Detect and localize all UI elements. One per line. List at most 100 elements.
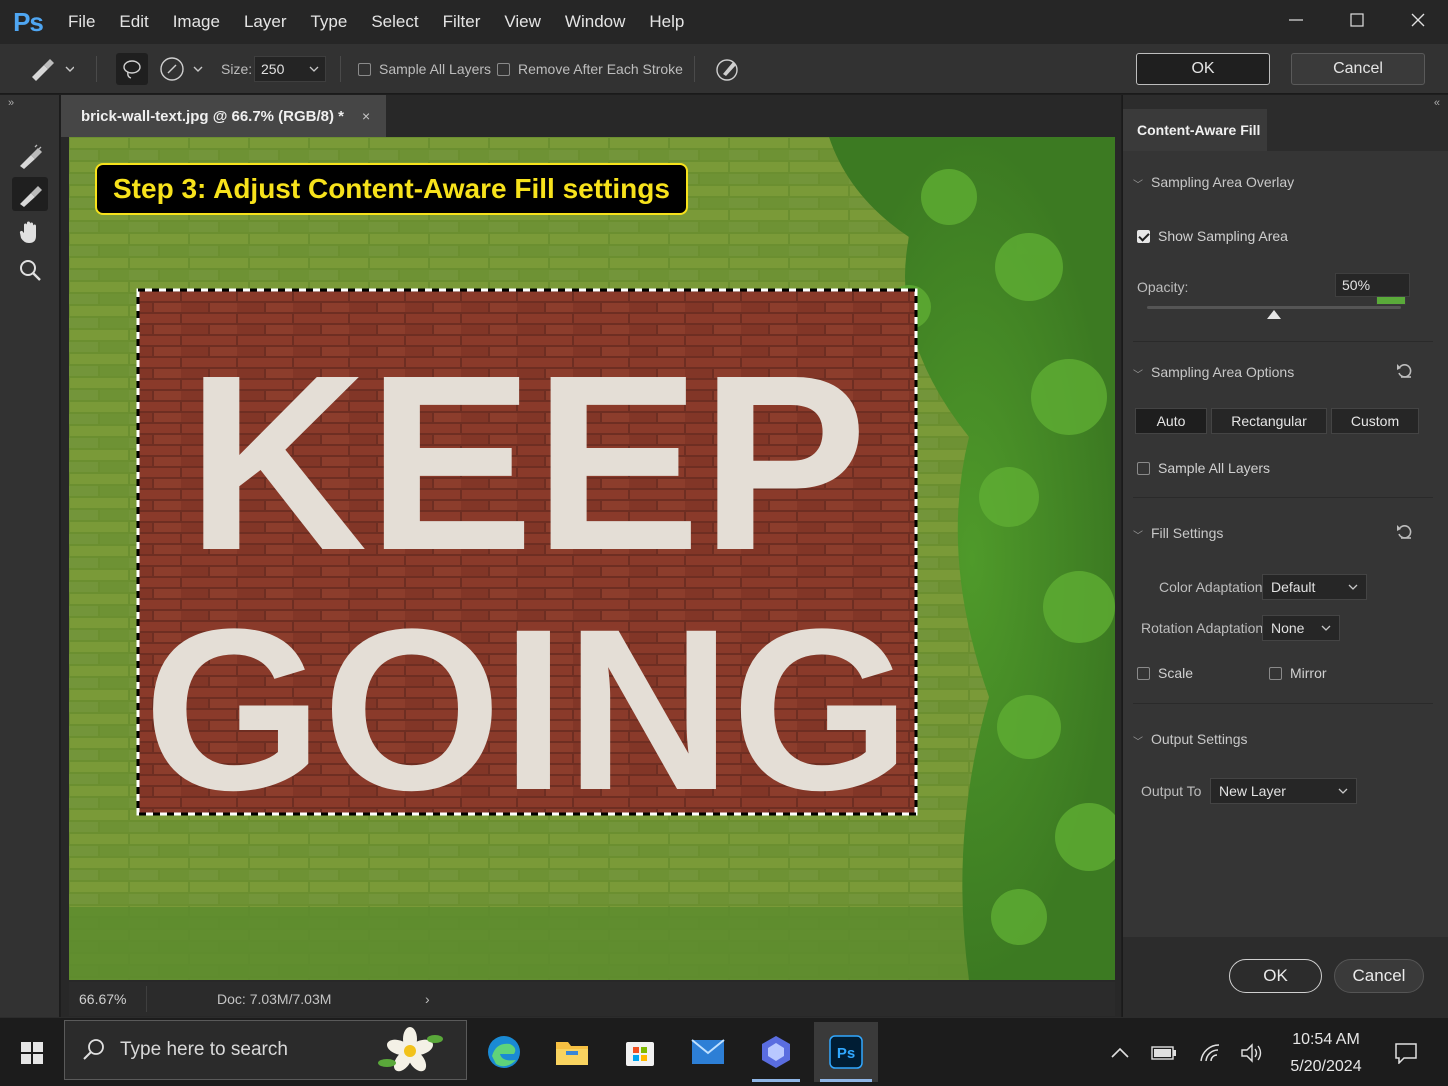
taskbar-search-box[interactable]: Type here to search [64,1020,467,1080]
menu-bar: Ps File Edit Image Layer Type Select Fil… [0,0,1448,44]
scale-box[interactable] [1137,666,1150,680]
menu-window[interactable]: Window [553,0,637,44]
chevron-down-icon[interactable]: ﹀ [1133,366,1143,381]
minimize-button[interactable] [1265,0,1326,40]
canvas-text-going: GOING [144,581,911,838]
options-bar: Size: 250 Sample All Layers Remove After… [0,44,1448,94]
size-field[interactable]: 250 [254,44,326,94]
menu-view[interactable]: View [492,0,553,44]
tools-panel: » [0,95,60,1017]
menu-select[interactable]: Select [359,0,430,44]
section-fill-settings[interactable]: Fill Settings [1151,525,1223,541]
menu-type[interactable]: Type [298,0,359,44]
taskbar-hexagon-app[interactable] [746,1022,806,1082]
show-sampling-area-checkbox[interactable]: Show Sampling Area [1137,228,1288,244]
sampling-auto-button[interactable]: Auto [1135,408,1207,434]
maximize-icon [1349,13,1364,27]
sampling-rectangular-button[interactable]: Rectangular [1211,408,1327,434]
taskbar-clock[interactable]: 10:54 AM 5/20/2024 [1276,1026,1376,1080]
photoshop-logo: Ps [13,6,44,37]
status-menu-arrow[interactable]: › [425,986,430,1012]
chevron-down-icon[interactable]: ﹀ [1133,527,1143,542]
menu-file[interactable]: File [56,0,107,44]
tool-lasso-brush[interactable] [12,177,48,211]
expand-panel-icon[interactable]: » [8,97,14,109]
search-placeholder: Type here to search [120,1039,288,1060]
menu-layer[interactable]: Layer [232,0,299,44]
remove-after-stroke-box[interactable] [497,62,510,76]
canvas-text-keep: KEEP [187,323,868,602]
section-sampling-options[interactable]: Sampling Area Options [1151,364,1294,380]
options-cancel-button[interactable]: Cancel [1291,53,1425,85]
opacity-label: Opacity: [1137,279,1189,295]
scale-label: Scale [1158,665,1194,681]
menu-edit[interactable]: Edit [107,0,160,44]
mirror-label: Mirror [1290,665,1327,681]
taskbar-file-explorer[interactable] [542,1022,602,1082]
menu-image[interactable]: Image [161,0,232,44]
tool-zoom[interactable] [12,253,48,287]
section-sampling-overlay[interactable]: Sampling Area Overlay [1151,174,1294,190]
color-adaptation-dropdown[interactable]: Default [1262,574,1367,600]
tray-show-hidden[interactable] [1106,1018,1134,1086]
opacity-slider-thumb[interactable] [1267,310,1281,319]
tray-notifications[interactable] [1384,1018,1428,1086]
document-tab[interactable]: brick-wall-text.jpg @ 66.7% (RGB/8) * × [61,95,386,137]
reset-sampling-options-icon[interactable] [1395,361,1415,381]
collapse-panel-icon[interactable]: « [1434,97,1440,109]
tool-hand[interactable] [12,215,48,249]
tray-volume[interactable] [1236,1018,1268,1086]
zoom-level-field[interactable]: 66.67% [69,986,147,1012]
pressure-button[interactable] [714,44,740,94]
menu-help[interactable]: Help [637,0,696,44]
panel-cancel-button[interactable]: Cancel [1334,959,1424,993]
document-tab-close-icon[interactable]: × [362,108,370,124]
brush-picker[interactable] [160,44,206,94]
scale-checkbox[interactable]: Scale [1137,665,1193,681]
options-ok-button[interactable]: OK [1136,53,1270,85]
rotation-adaptation-dropdown[interactable]: None [1262,615,1340,641]
remove-after-stroke-checkbox[interactable]: Remove After Each Stroke [497,44,683,94]
panel-ok-button[interactable]: OK [1229,959,1322,993]
hand-icon [19,221,36,243]
close-window-button[interactable] [1387,0,1448,40]
doc-size-value: 7.03M/7.03M [249,991,332,1007]
mirror-box[interactable] [1269,666,1282,680]
notification-icon [1395,1042,1417,1064]
taskbar-store[interactable] [610,1022,670,1082]
panel-sample-all-layers-box[interactable] [1137,461,1150,475]
show-sampling-area-box[interactable] [1137,229,1150,243]
battery-icon [1151,1045,1176,1060]
output-to-dropdown[interactable]: New Layer [1210,778,1357,804]
photoshop-icon: Ps [829,1035,863,1069]
maximize-button[interactable] [1326,0,1387,40]
mirror-checkbox[interactable]: Mirror [1269,665,1327,681]
opacity-input[interactable]: 50% [1335,273,1410,297]
speaker-icon [1241,1042,1262,1063]
start-button[interactable] [0,1018,64,1086]
section-output-settings[interactable]: Output Settings [1151,731,1248,747]
opacity-slider-track[interactable] [1147,306,1401,309]
tray-battery[interactable] [1146,1018,1182,1086]
taskbar-mail[interactable] [678,1022,738,1082]
sample-all-layers-box[interactable] [358,62,371,76]
sample-all-layers-checkbox[interactable]: Sample All Layers [358,44,491,94]
chevron-down-icon[interactable]: ﹀ [1133,733,1143,748]
lasso-mode-button[interactable] [116,44,148,94]
tool-preset-picker[interactable] [28,44,74,94]
menu-filter[interactable]: Filter [431,0,493,44]
image-canvas[interactable]: KEEP GOING [69,137,1115,980]
sampling-custom-button[interactable]: Custom [1331,408,1419,434]
reset-fill-settings-icon[interactable] [1395,522,1415,542]
doc-label: Doc: [217,991,246,1007]
taskbar-photoshop[interactable]: Ps [814,1022,878,1082]
tool-sampling-brush[interactable] [12,139,48,173]
step-overlay-label: Step 3: Adjust Content-Aware Fill settin… [95,163,688,215]
output-to-label: Output To [1141,783,1202,799]
taskbar-edge[interactable] [474,1022,534,1082]
panel-sample-all-layers-checkbox[interactable]: Sample All Layers [1137,460,1270,476]
tray-network[interactable] [1194,1018,1226,1086]
chevron-down-icon[interactable]: ﹀ [1133,176,1143,191]
panel-sample-all-layers-label: Sample All Layers [1158,460,1271,476]
panel-tab-content-aware-fill[interactable]: Content-Aware Fill [1123,109,1267,151]
